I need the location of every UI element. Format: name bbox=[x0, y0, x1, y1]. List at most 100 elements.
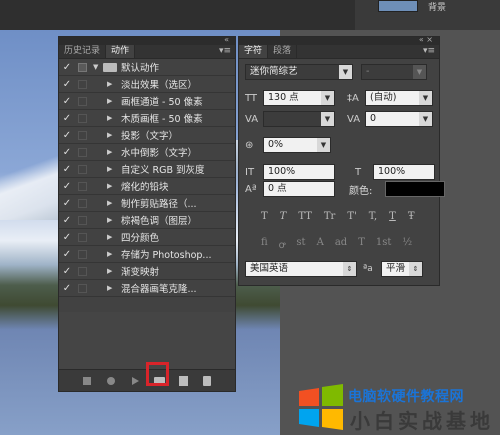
contextual-alt-button[interactable]: st bbox=[296, 237, 305, 251]
action-row[interactable]: ✓ ▶ 画框通道 - 50 像素 bbox=[59, 93, 235, 110]
action-set-row[interactable]: ✓ ▼ 默认动作 bbox=[59, 59, 235, 76]
dialog-toggle[interactable] bbox=[78, 283, 87, 293]
check-icon[interactable]: ✓ bbox=[61, 283, 73, 294]
action-row[interactable]: ✓ ▶ 熔化的铅块 bbox=[59, 178, 235, 195]
check-icon[interactable]: ✓ bbox=[61, 232, 73, 243]
check-icon[interactable]: ✓ bbox=[61, 164, 73, 175]
expand-triangle-icon[interactable]: ▶ bbox=[107, 182, 117, 190]
check-icon[interactable]: ✓ bbox=[61, 147, 73, 158]
action-row[interactable]: ✓ ▶ 水中倒影（文字） bbox=[59, 144, 235, 161]
delete-icon[interactable] bbox=[201, 375, 213, 386]
kerning-field[interactable]: ▼ bbox=[263, 111, 335, 127]
tab-character[interactable]: 字符 bbox=[239, 45, 269, 58]
check-icon[interactable]: ✓ bbox=[61, 79, 73, 90]
expand-triangle-icon[interactable]: ▶ bbox=[107, 250, 117, 258]
action-row[interactable]: ✓ ▶ 渐变映射 bbox=[59, 263, 235, 280]
dialog-toggle[interactable] bbox=[78, 79, 87, 89]
record-icon[interactable] bbox=[105, 376, 117, 386]
action-row[interactable]: ✓ ▶ 制作剪贴路径（... bbox=[59, 195, 235, 212]
discretionary-ligature-button[interactable]: ꝍ bbox=[279, 237, 286, 251]
dialog-toggle[interactable] bbox=[78, 266, 87, 276]
antialias-select[interactable]: 平滑 ⇕ bbox=[381, 261, 423, 277]
chevron-down-icon[interactable]: ▼ bbox=[419, 112, 432, 126]
check-icon[interactable]: ✓ bbox=[61, 249, 73, 260]
small-caps-button[interactable]: Tr bbox=[324, 211, 335, 222]
chevron-updown-icon[interactable]: ⇕ bbox=[343, 262, 356, 276]
baseline-field[interactable]: 0 点 bbox=[263, 181, 335, 197]
dialog-toggle[interactable] bbox=[78, 130, 87, 140]
dialog-toggle[interactable] bbox=[78, 249, 87, 259]
action-row[interactable]: ✓ ▶ 四分颜色 bbox=[59, 229, 235, 246]
expand-triangle-icon[interactable]: ▶ bbox=[107, 97, 117, 105]
expand-triangle-icon[interactable]: ▶ bbox=[107, 114, 117, 122]
chevron-down-icon[interactable]: ▼ bbox=[321, 112, 334, 126]
check-icon[interactable]: ✓ bbox=[61, 266, 73, 277]
collapse-icon[interactable]: « × bbox=[419, 35, 433, 44]
expand-triangle-icon[interactable]: ▶ bbox=[107, 233, 117, 241]
check-icon[interactable]: ✓ bbox=[61, 113, 73, 124]
check-icon[interactable]: ✓ bbox=[61, 181, 73, 192]
dialog-toggle[interactable] bbox=[78, 181, 87, 191]
action-row[interactable]: ✓ ▶ 棕褐色调（图层） bbox=[59, 212, 235, 229]
tracking-field[interactable]: 0 ▼ bbox=[365, 111, 433, 127]
horizontal-scale-field[interactable]: 100% bbox=[373, 164, 435, 180]
ligature-button[interactable]: fi bbox=[261, 237, 268, 251]
panel-menu-icon[interactable]: ▾≡ bbox=[423, 46, 435, 56]
underline-button[interactable]: T bbox=[389, 211, 396, 222]
fractions-button[interactable]: ½ bbox=[402, 237, 412, 251]
action-row[interactable]: ✓ ▶ 存储为 Photoshop... bbox=[59, 246, 235, 263]
expand-triangle-icon[interactable]: ▶ bbox=[107, 148, 117, 156]
dialog-toggle[interactable] bbox=[78, 215, 87, 225]
check-icon[interactable]: ✓ bbox=[61, 198, 73, 209]
panel-menu-icon[interactable]: ▾≡ bbox=[219, 46, 231, 56]
action-row[interactable]: ✓ ▶ 自定义 RGB 到灰度 bbox=[59, 161, 235, 178]
new-action-icon[interactable] bbox=[177, 375, 189, 386]
font-size-field[interactable]: 130 点 ▼ bbox=[263, 90, 335, 106]
expand-triangle-icon[interactable]: ▶ bbox=[107, 216, 117, 224]
expand-triangle-icon[interactable]: ▶ bbox=[107, 199, 117, 207]
tab-paragraph[interactable]: 段落 bbox=[268, 45, 298, 58]
strikethrough-button[interactable]: Ŧ bbox=[408, 211, 415, 222]
expand-triangle-icon[interactable]: ▶ bbox=[107, 165, 117, 173]
dialog-toggle[interactable] bbox=[78, 198, 87, 208]
chevron-down-icon[interactable]: ▼ bbox=[339, 65, 352, 79]
dialog-toggle[interactable] bbox=[78, 113, 87, 123]
chevron-down-icon[interactable]: ▼ bbox=[321, 91, 334, 105]
expand-triangle-icon[interactable]: ▶ bbox=[107, 80, 117, 88]
faux-italic-button[interactable]: T bbox=[280, 211, 287, 222]
check-icon[interactable]: ✓ bbox=[61, 62, 73, 73]
check-icon[interactable]: ✓ bbox=[61, 96, 73, 107]
ordinals-button[interactable]: 1st bbox=[376, 237, 392, 251]
font-style-select[interactable]: - ▼ bbox=[361, 64, 427, 80]
chevron-updown-icon[interactable]: ⇕ bbox=[409, 262, 422, 276]
color-swatch[interactable] bbox=[385, 181, 445, 197]
language-select[interactable]: 美国英语 ⇕ bbox=[245, 261, 357, 277]
panel-grip[interactable]: « × bbox=[239, 35, 439, 45]
layer-thumbnail[interactable] bbox=[378, 0, 418, 12]
vertical-scale-field[interactable]: 100% bbox=[263, 164, 335, 180]
action-row[interactable]: ✓ ▶ 淡出效果（选区） bbox=[59, 76, 235, 93]
check-icon[interactable]: ✓ bbox=[61, 215, 73, 226]
superscript-button[interactable]: T' bbox=[347, 211, 356, 222]
swash-button[interactable]: A bbox=[317, 237, 324, 251]
expand-triangle-icon[interactable]: ▶ bbox=[107, 284, 117, 292]
action-row[interactable]: ✓ ▶ 投影（文字） bbox=[59, 127, 235, 144]
tsume-field[interactable]: 0% ▼ bbox=[263, 137, 331, 153]
dialog-toggle[interactable] bbox=[78, 232, 87, 242]
titling-button[interactable]: T bbox=[358, 237, 365, 251]
dialog-toggle[interactable] bbox=[78, 164, 87, 174]
all-caps-button[interactable]: TT bbox=[298, 211, 312, 222]
expand-triangle-icon[interactable]: ▶ bbox=[107, 131, 117, 139]
dialog-toggle[interactable] bbox=[78, 62, 87, 72]
faux-bold-button[interactable]: T bbox=[261, 211, 268, 222]
chevron-down-icon[interactable]: ▼ bbox=[413, 65, 426, 79]
chevron-down-icon[interactable]: ▼ bbox=[419, 91, 432, 105]
font-family-select[interactable]: 迷你简综艺 ▼ bbox=[245, 64, 353, 80]
stylistic-alt-button[interactable]: ad bbox=[335, 237, 347, 251]
tab-actions[interactable]: 动作 bbox=[106, 45, 136, 58]
play-icon[interactable] bbox=[129, 376, 141, 386]
dialog-toggle[interactable] bbox=[78, 96, 87, 106]
panel-grip[interactable]: « bbox=[59, 35, 235, 45]
subscript-button[interactable]: T, bbox=[369, 211, 377, 222]
collapse-icon[interactable]: « bbox=[224, 35, 229, 44]
